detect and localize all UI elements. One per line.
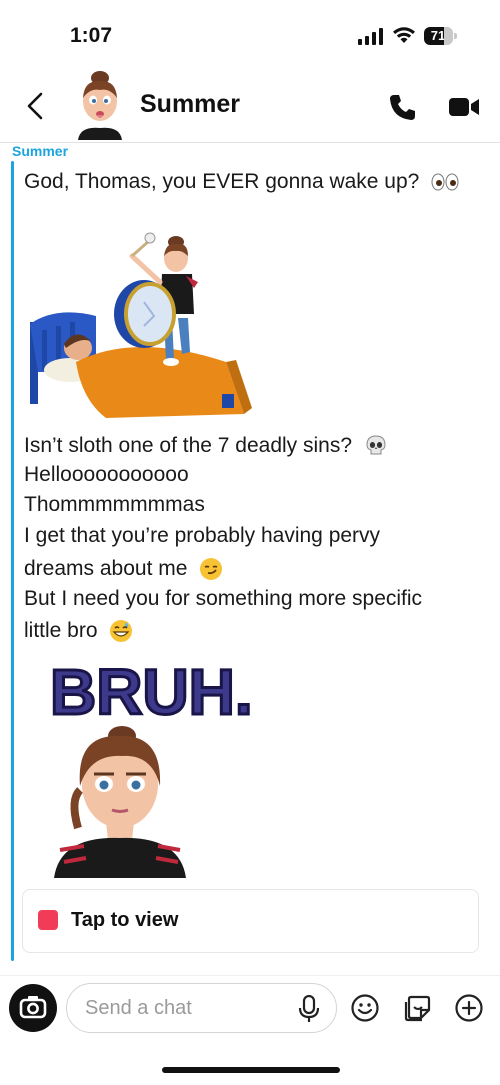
home-indicator[interactable] <box>162 1067 340 1073</box>
grin-sweat-emoji-icon <box>110 620 133 643</box>
message-body: little bro <box>24 619 98 642</box>
camera-button[interactable] <box>9 984 57 1032</box>
chat-input-placeholder: Send a chat <box>85 997 192 1019</box>
snap-card[interactable]: Tap to view <box>22 889 479 953</box>
chat-header: Summer <box>0 70 500 143</box>
battery-nub <box>454 33 457 39</box>
video-camera-icon[interactable] <box>448 94 480 120</box>
message-body: I get that you’re probably having pervy <box>24 524 381 547</box>
message-text[interactable]: God, Thomas, you EVER gonna wake up? <box>24 166 459 198</box>
sender-label: Summer <box>12 143 69 159</box>
message-body: Thommmmmmmas <box>24 493 205 516</box>
wifi-icon <box>393 27 415 43</box>
bitmoji-drum-wakeup-sticker[interactable] <box>26 222 252 422</box>
plus-circle-icon[interactable] <box>454 993 484 1023</box>
snap-tap-label: Tap to view <box>71 909 179 931</box>
message-text[interactable]: little bro <box>24 615 133 647</box>
message-text[interactable]: Isn’t sloth one of the 7 deadly sins? <box>24 430 388 462</box>
message-body: God, Thomas, you EVER gonna wake up? <box>24 170 420 193</box>
skull-emoji-icon <box>366 435 386 455</box>
bitmoji-bruh-sticker[interactable]: BRUH. <box>40 650 250 878</box>
eyes-emoji-icon <box>431 173 459 191</box>
message-text[interactable]: Hellooooooooooo <box>24 459 189 491</box>
thread-accent-line <box>11 161 14 961</box>
sticker-caption: BRUH. <box>50 656 250 728</box>
battery-empty-part <box>444 27 453 45</box>
message-text[interactable]: dreams about me <box>24 553 223 585</box>
contact-name[interactable]: Summer <box>140 90 240 119</box>
clock: 1:07 <box>70 24 113 47</box>
chat-input[interactable]: Send a chat <box>66 983 337 1033</box>
cellular-signal-icon <box>358 28 383 45</box>
chat-composer: Send a chat <box>0 975 500 1085</box>
message-text[interactable]: But I need you for something more specif… <box>24 583 422 615</box>
snap-indicator-icon <box>38 910 58 930</box>
message-text[interactable]: I get that you’re probably having pervy <box>24 520 380 552</box>
microphone-icon[interactable] <box>298 995 320 1023</box>
smiley-icon[interactable] <box>350 993 380 1023</box>
contact-avatar[interactable] <box>70 70 130 140</box>
sticker-icon[interactable] <box>402 993 432 1023</box>
message-body: Hellooooooooooo <box>24 463 189 486</box>
back-chevron-icon[interactable] <box>22 90 52 122</box>
phone-icon[interactable] <box>388 92 418 122</box>
message-body: Isn’t sloth one of the 7 deadly sins? <box>24 434 353 457</box>
message-body: dreams about me <box>24 557 188 580</box>
status-bar: 1:07 71 <box>0 0 500 70</box>
camera-icon <box>19 996 47 1019</box>
message-text[interactable]: Thommmmmmmas <box>24 489 205 521</box>
message-body: But I need you for something more specif… <box>24 587 423 610</box>
smirk-emoji-icon <box>200 558 223 581</box>
